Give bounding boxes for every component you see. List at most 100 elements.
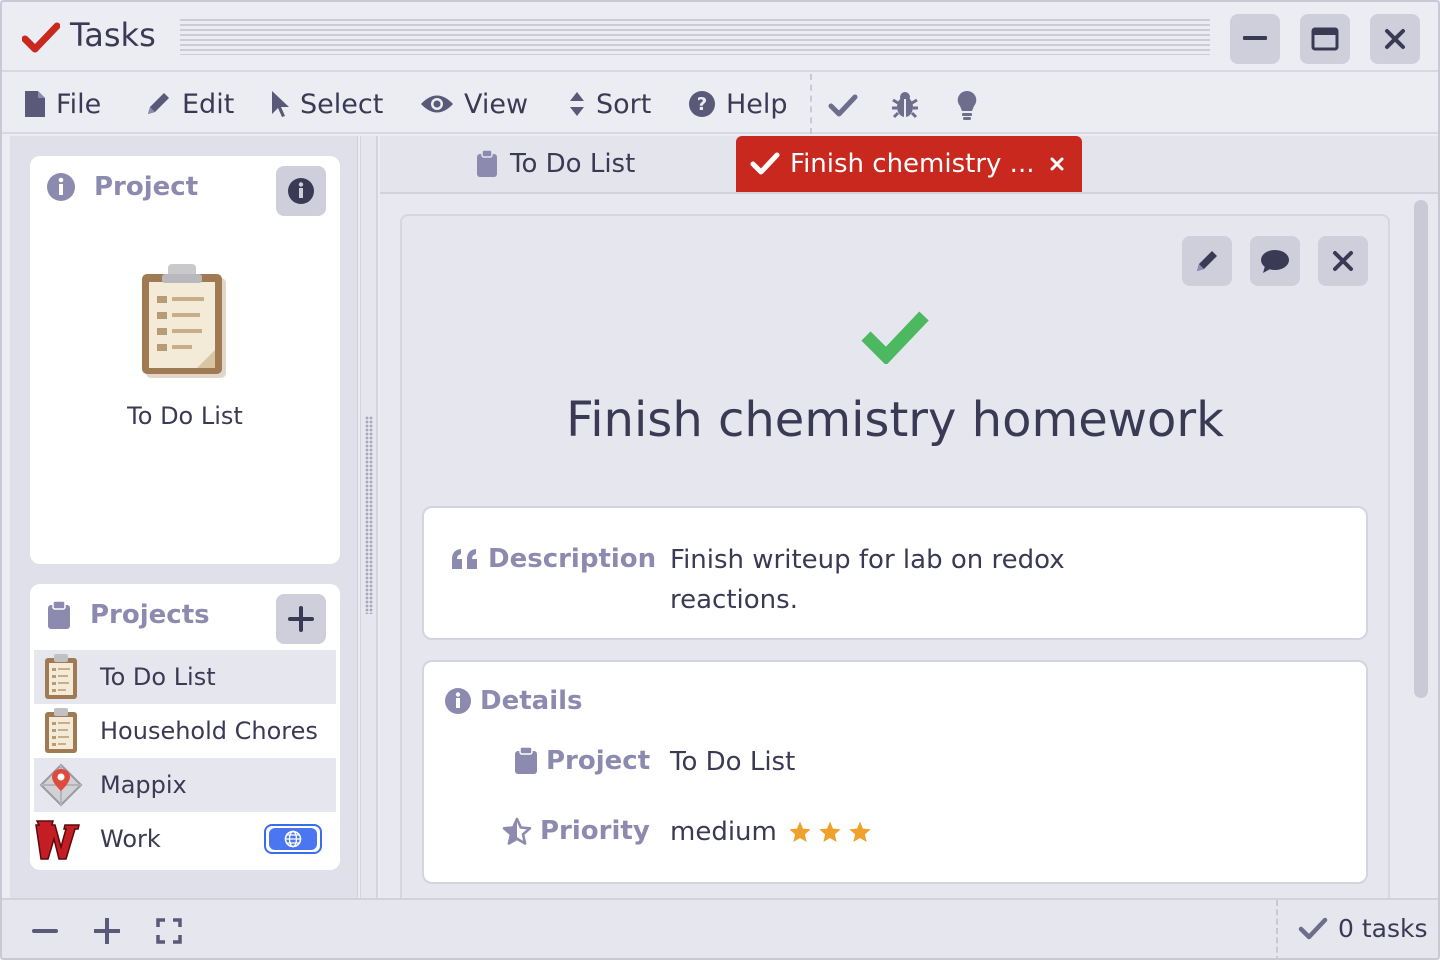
description-section: Description Finish writeup for lab on re… bbox=[422, 506, 1368, 640]
status-bar: 0 tasks bbox=[2, 898, 1438, 958]
close-icon bbox=[1385, 29, 1405, 49]
zoom-out-button[interactable] bbox=[30, 916, 60, 946]
priority-field-label: Priority bbox=[502, 816, 650, 846]
description-label: Description bbox=[450, 544, 656, 574]
cursor-icon bbox=[272, 91, 289, 117]
toolbar-bug-button[interactable] bbox=[888, 88, 922, 122]
project-field-label-text: Project bbox=[546, 746, 651, 776]
star-icon bbox=[849, 821, 871, 842]
menu-view[interactable]: View bbox=[420, 74, 528, 134]
menu-select-label: Select bbox=[300, 88, 384, 120]
lightbulb-icon bbox=[957, 90, 977, 120]
menu-edit[interactable]: Edit bbox=[144, 74, 234, 134]
edit-task-button[interactable] bbox=[1182, 236, 1232, 286]
menu-file-label: File bbox=[56, 88, 102, 120]
priority-field-value: medium bbox=[670, 817, 777, 847]
minus-icon bbox=[32, 929, 58, 933]
check-icon bbox=[1298, 917, 1328, 939]
pencil-icon bbox=[1197, 251, 1217, 271]
menu-file[interactable]: File bbox=[24, 74, 101, 134]
star-outline-icon bbox=[502, 817, 532, 845]
projects-card-header: Projects bbox=[46, 600, 210, 630]
tab-bar: To Do List Finish chemistry ... bbox=[380, 136, 1438, 194]
info-circle-icon bbox=[445, 688, 471, 714]
clipboard-icon bbox=[34, 650, 88, 704]
app-window: Tasks File Edit Select View Sort ? Help … bbox=[0, 0, 1440, 960]
w-logo-icon bbox=[34, 812, 88, 866]
check-icon bbox=[750, 152, 780, 175]
description-text: Finish writeup for lab on redox reaction… bbox=[670, 540, 1065, 620]
sidebar: Project To Do List Projects To Do List H… bbox=[10, 136, 358, 898]
projects-card: Projects To Do List Household Chores Map… bbox=[30, 584, 340, 870]
question-circle-icon: ? bbox=[689, 91, 715, 117]
shared-project-button[interactable] bbox=[264, 824, 322, 854]
project-card-title: Project bbox=[94, 172, 199, 202]
comment-icon bbox=[1261, 250, 1289, 273]
menu-sort[interactable]: Sort bbox=[568, 74, 651, 134]
task-count-text: 0 tasks bbox=[1338, 914, 1428, 943]
completed-check-icon bbox=[860, 308, 930, 368]
project-field-label: Project bbox=[514, 746, 650, 776]
menu-view-label: View bbox=[464, 88, 529, 120]
splitter-grip[interactable] bbox=[365, 416, 373, 614]
check-icon bbox=[828, 94, 858, 117]
project-item-work[interactable]: Work bbox=[34, 812, 336, 866]
expand-icon bbox=[156, 918, 182, 944]
menu-help[interactable]: ? Help bbox=[688, 74, 788, 134]
minimize-button[interactable] bbox=[1230, 14, 1280, 64]
project-item-label: Work bbox=[100, 825, 161, 853]
menu-select[interactable]: Select bbox=[270, 74, 383, 134]
bug-icon bbox=[892, 92, 918, 119]
close-icon bbox=[1333, 251, 1353, 271]
close-window-button[interactable] bbox=[1370, 14, 1420, 64]
menu-sort-label: Sort bbox=[596, 88, 652, 120]
tab-label: To Do List bbox=[510, 149, 636, 179]
app-title: Tasks bbox=[70, 16, 156, 54]
details-label-text: Details bbox=[480, 686, 583, 716]
zoom-in-button[interactable] bbox=[92, 916, 122, 946]
tab-to-do-list[interactable]: To Do List bbox=[476, 136, 635, 192]
fullscreen-button[interactable] bbox=[154, 916, 184, 946]
task-count-status: 0 tasks bbox=[1298, 914, 1428, 943]
tab-close-icon[interactable] bbox=[1050, 152, 1064, 177]
project-item-to-do-list[interactable]: To Do List bbox=[34, 650, 336, 704]
info-icon bbox=[288, 178, 314, 204]
project-card-name: To Do List bbox=[127, 402, 243, 430]
clipboard-icon bbox=[515, 747, 537, 774]
map-pin-icon bbox=[34, 758, 88, 812]
description-label-text: Description bbox=[488, 544, 657, 574]
menu-bar: File Edit Select View Sort ? Help bbox=[2, 74, 1438, 134]
eye-icon bbox=[421, 95, 453, 113]
description-line-2: reactions. bbox=[670, 585, 798, 615]
globe-icon bbox=[284, 830, 302, 848]
sidebar-splitter[interactable] bbox=[360, 136, 378, 898]
toolbar-idea-button[interactable] bbox=[950, 88, 984, 122]
project-item-mappix[interactable]: Mappix bbox=[34, 758, 336, 812]
clipboard-icon bbox=[34, 704, 88, 758]
toolbar-check-button[interactable] bbox=[826, 88, 860, 122]
maximize-button[interactable] bbox=[1300, 14, 1350, 64]
maximize-icon bbox=[1311, 27, 1339, 51]
project-item-label: Household Chores bbox=[100, 717, 318, 745]
info-circle-icon bbox=[47, 173, 75, 201]
project-item-label: Mappix bbox=[100, 771, 187, 799]
comment-task-button[interactable] bbox=[1250, 236, 1300, 286]
title-drag-area[interactable] bbox=[180, 19, 1210, 55]
app-logo-check-icon bbox=[21, 22, 61, 58]
tab-finish-chemistry[interactable]: Finish chemistry ... bbox=[736, 136, 1082, 192]
project-info-button[interactable] bbox=[276, 166, 326, 216]
close-task-button[interactable] bbox=[1318, 236, 1368, 286]
details-label: Details bbox=[444, 686, 583, 716]
project-item-label: To Do List bbox=[100, 663, 216, 691]
clipboard-icon bbox=[477, 150, 497, 177]
tab-label: Finish chemistry ... bbox=[790, 149, 1035, 179]
star-icon bbox=[819, 821, 841, 842]
menu-edit-label: Edit bbox=[182, 88, 235, 120]
title-bar[interactable]: Tasks bbox=[2, 2, 1438, 72]
scrollbar-thumb[interactable] bbox=[1414, 200, 1428, 698]
add-project-button[interactable] bbox=[276, 594, 326, 644]
pencil-icon bbox=[148, 93, 169, 114]
menu-help-label: Help bbox=[726, 88, 788, 120]
project-item-household-chores[interactable]: Household Chores bbox=[34, 704, 336, 758]
task-title: Finish chemistry homework bbox=[566, 392, 1224, 448]
